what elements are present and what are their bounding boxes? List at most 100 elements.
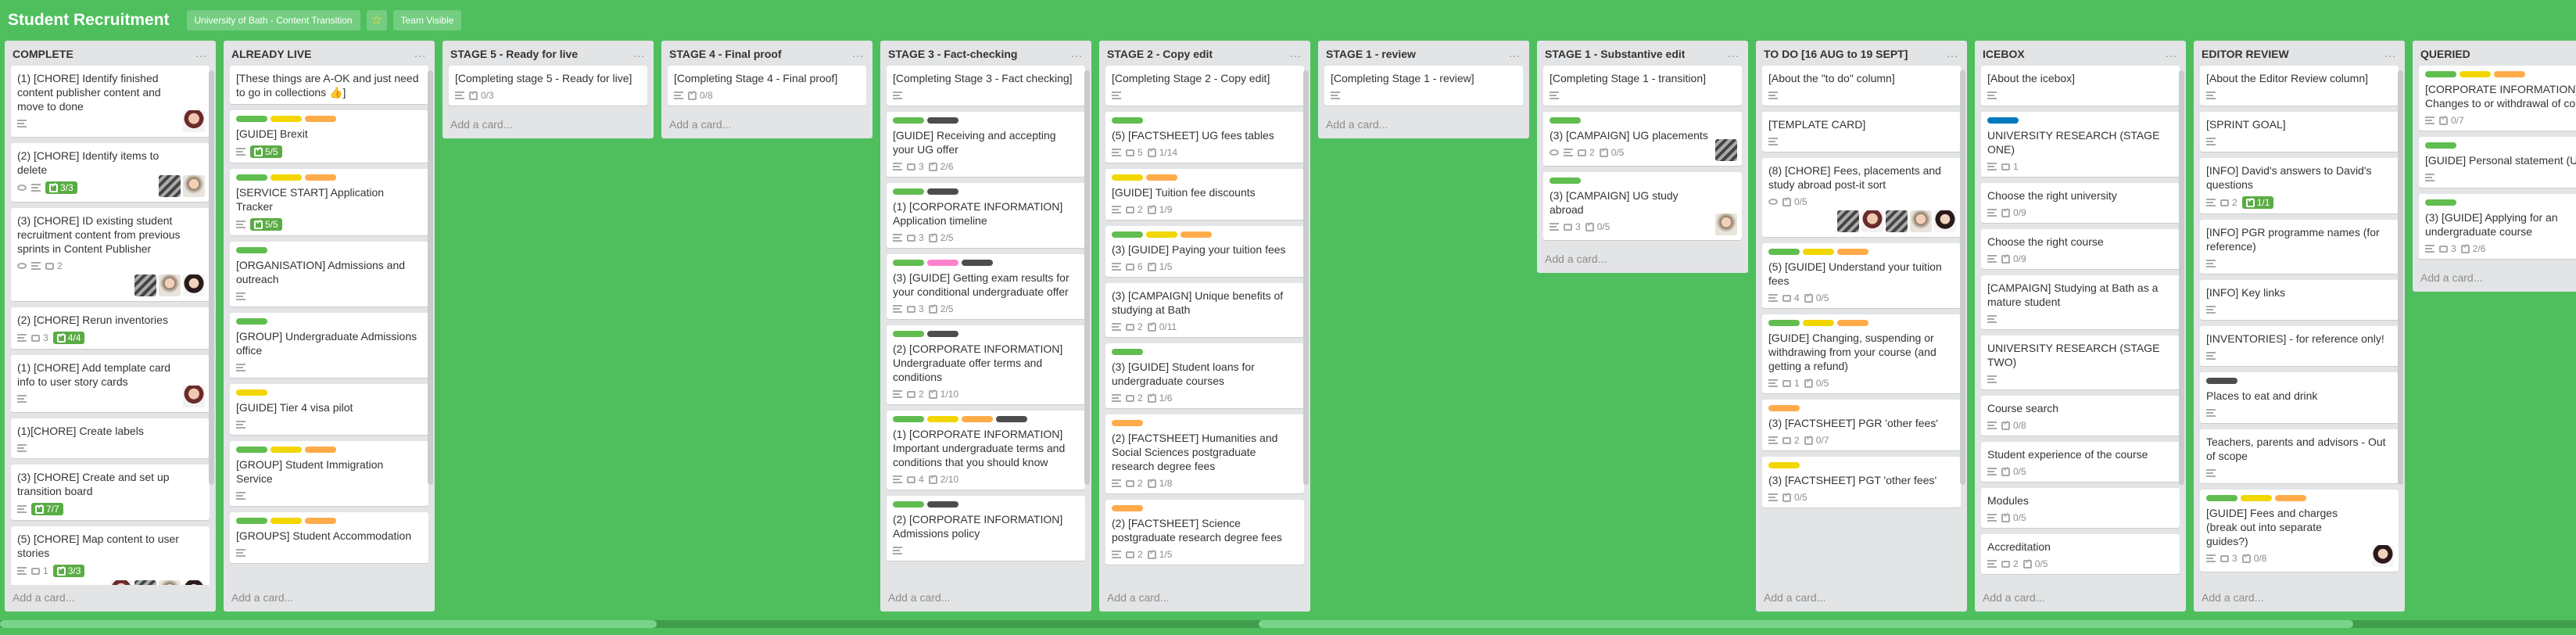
card[interactable]: (3) [CAMPAIGN] Unique benefits of studyi…	[1105, 283, 1304, 337]
card[interactable]: UNIVERSITY RESEARCH (STAGE ONE) 1	[1981, 112, 2180, 177]
star-icon[interactable]: ☆	[366, 10, 387, 30]
card[interactable]: [Completing Stage 2 - Copy edit]	[1105, 66, 1304, 106]
list-menu-icon[interactable]: …	[195, 47, 208, 61]
list-scrollbar[interactable]	[1303, 70, 1309, 485]
add-card-button[interactable]: Add a card...	[2413, 265, 2576, 292]
list-menu-icon[interactable]: …	[632, 47, 646, 61]
card[interactable]: (3) [GUIDE] Applying for an undergraduat…	[2419, 194, 2576, 259]
card[interactable]: [GROUP] Student Immigration Service	[230, 441, 428, 506]
member-avatar[interactable]	[1715, 213, 1737, 235]
list-title[interactable]: ALREADY LIVE	[231, 48, 311, 60]
list-title[interactable]: STAGE 3 - Fact-checking	[888, 48, 1017, 60]
add-card-button[interactable]: Add a card...	[1975, 585, 2186, 612]
card[interactable]: Choose the right course 0/9	[1981, 229, 2180, 269]
add-card-button[interactable]: Add a card...	[880, 585, 1091, 612]
card[interactable]: [GUIDE] Changing, suspending or withdraw…	[1762, 314, 1961, 393]
list-menu-icon[interactable]: …	[2165, 47, 2178, 61]
card[interactable]: [GUIDE] Tier 4 visa pilot	[230, 384, 428, 435]
card[interactable]: [Completing Stage 1 - transition]	[1543, 66, 1742, 106]
list-title[interactable]: STAGE 1 - Substantive edit	[1545, 48, 1685, 60]
horizontal-scrollbar-thumb[interactable]	[1259, 620, 2353, 628]
card[interactable]: [INVENTORIES] - for reference only!	[2200, 326, 2399, 366]
card[interactable]: (3) [GUIDE] Paying your tuition fees 6 1/5	[1105, 226, 1304, 277]
card[interactable]: (3) [FACTSHEET] PGR 'other fees' 2 0/7	[1762, 400, 1961, 450]
card[interactable]: Teachers, parents and advisors - Out of …	[2200, 429, 2399, 483]
add-card-button[interactable]: Add a card...	[1537, 246, 1748, 273]
member-avatar[interactable]	[134, 580, 156, 585]
org-button[interactable]: University of Bath - Content Transition	[186, 10, 360, 30]
add-card-button[interactable]: Add a card...	[1318, 112, 1529, 138]
list-menu-icon[interactable]: …	[1289, 47, 1302, 61]
member-avatar[interactable]	[159, 274, 181, 296]
card[interactable]: [Completing Stage 3 - Fact checking]	[887, 66, 1085, 106]
member-avatar[interactable]	[183, 175, 205, 197]
add-card-button[interactable]: Add a card...	[442, 112, 654, 138]
card[interactable]: [GUIDE] Tuition fee discounts 2 1/9	[1105, 169, 1304, 220]
card[interactable]: [GROUPS] Student Accommodation	[230, 512, 428, 563]
member-avatar[interactable]	[183, 110, 205, 132]
list-title[interactable]: STAGE 5 - Ready for live	[450, 48, 578, 60]
list-title[interactable]: ICEBOX	[1983, 48, 2025, 60]
card[interactable]: [GUIDE] Fees and charges (break out into…	[2200, 490, 2399, 572]
card[interactable]: Student experience of the course 0/5	[1981, 442, 2180, 482]
member-avatar[interactable]	[1861, 210, 1883, 232]
card[interactable]: [CORPORATE INFORMATION] Changes to or wi…	[2419, 66, 2576, 131]
card[interactable]: (3) [CHORE] ID existing student recruitm…	[11, 208, 210, 301]
card[interactable]: (3) [GUIDE] Getting exam results for you…	[887, 254, 1085, 319]
list-menu-icon[interactable]: …	[1508, 47, 1521, 61]
member-avatar[interactable]	[183, 274, 205, 296]
list-scrollbar[interactable]	[2179, 70, 2184, 485]
list-menu-icon[interactable]: …	[1727, 47, 1740, 61]
list-scrollbar[interactable]	[428, 70, 433, 485]
add-card-button[interactable]: Add a card...	[1099, 585, 1310, 612]
card[interactable]: (1) [CHORE] Add template card info to us…	[11, 355, 210, 412]
card[interactable]: Places to eat and drink	[2200, 372, 2399, 423]
member-avatar[interactable]	[1886, 210, 1908, 232]
card[interactable]: [Completing Stage 1 - review]	[1324, 66, 1523, 106]
card[interactable]: [GUIDE] Personal statement (UCAS)	[2419, 137, 2576, 188]
list-scrollbar[interactable]	[1960, 70, 1965, 485]
member-avatar[interactable]	[134, 274, 156, 296]
card[interactable]: [INFO] Key links	[2200, 280, 2399, 320]
card[interactable]: (2) [CHORE] Identify items to delete 3/3	[11, 143, 210, 202]
card[interactable]: (8) [CHORE] Fees, placements and study a…	[1762, 158, 1961, 237]
card[interactable]: (2) [CHORE] Rerun inventories 3 4/4	[11, 307, 210, 349]
list-title[interactable]: COMPLETE	[13, 48, 73, 60]
member-avatar[interactable]	[159, 580, 181, 585]
card[interactable]: (1) [CHORE] Identify finished content pu…	[11, 66, 210, 137]
card[interactable]: (5) [FACTSHEET] UG fees tables 5 1/14	[1105, 112, 1304, 163]
list-title[interactable]: EDITOR REVIEW	[2202, 48, 2289, 60]
list-title[interactable]: STAGE 4 - Final proof	[669, 48, 782, 60]
card[interactable]: (3) [CAMPAIGN] UG study abroad 3 0/5	[1543, 172, 1742, 240]
card[interactable]: (1) [CORPORATE INFORMATION] Application …	[887, 183, 1085, 248]
card[interactable]: [GUIDE] Receiving and accepting your UG …	[887, 112, 1085, 177]
card[interactable]: Modules 0/5	[1981, 488, 2180, 528]
member-avatar[interactable]	[1715, 139, 1737, 161]
visibility-button[interactable]: Team Visible	[392, 10, 462, 30]
card[interactable]: [About the "to do" column]	[1762, 66, 1961, 106]
list-title[interactable]: STAGE 2 - Copy edit	[1107, 48, 1213, 60]
card[interactable]: Accreditation 2 0/5	[1981, 534, 2180, 574]
card[interactable]: (3) [CAMPAIGN] UG placements 2 0/5	[1543, 112, 1742, 166]
card[interactable]: [GROUP] Undergraduate Admissions office	[230, 313, 428, 378]
card[interactable]: (2) [FACTSHEET] Science postgraduate res…	[1105, 500, 1304, 565]
add-card-button[interactable]: Add a card...	[2194, 585, 2405, 612]
card[interactable]: [Completing stage 5 - Ready for live] 0/3	[449, 66, 647, 106]
board-title[interactable]: Student Recruitment	[8, 11, 170, 30]
card[interactable]: Course search 0/8	[1981, 396, 2180, 436]
list-scrollbar[interactable]	[2398, 70, 2403, 485]
member-avatar[interactable]	[183, 386, 205, 407]
list-menu-icon[interactable]: …	[1946, 47, 1959, 61]
card[interactable]: (2) [FACTSHEET] Humanities and Social Sc…	[1105, 414, 1304, 493]
member-avatar[interactable]	[2372, 545, 2394, 567]
card[interactable]: (3) [FACTSHEET] PGT 'other fees' 0/5	[1762, 457, 1961, 508]
card[interactable]: (5) [CHORE] Map content to user stories 1…	[11, 526, 210, 585]
card[interactable]: [About the icebox]	[1981, 66, 2180, 106]
card[interactable]: (1)[CHORE] Create labels	[11, 418, 210, 458]
list-menu-icon[interactable]: …	[2384, 47, 2397, 61]
card[interactable]: (2) [CORPORATE INFORMATION] Admissions p…	[887, 496, 1085, 561]
card[interactable]: (2) [CORPORATE INFORMATION] Undergraduat…	[887, 325, 1085, 404]
card[interactable]: (3) [CHORE] Create and set up transition…	[11, 465, 210, 520]
add-card-button[interactable]: Add a card...	[5, 585, 216, 612]
list-scrollbar[interactable]	[209, 70, 214, 485]
